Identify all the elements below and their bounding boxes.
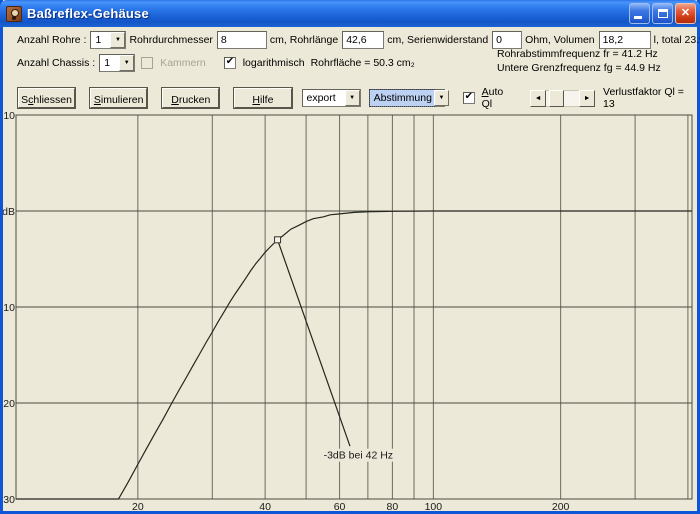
simulieren-button[interactable]: Simulieren [90, 88, 147, 108]
serienwiderstand-label: cm, Serienwiderstand [387, 34, 488, 46]
x-axis-tick-label: 200 [552, 501, 570, 511]
auto-ql-label: Auto Ql [482, 86, 516, 110]
y-axis-tick-label: 0dB [3, 206, 15, 218]
x-axis-tick-label: 80 [387, 501, 399, 511]
toolbar: Schliessen Simulieren Drucken Hilfe expo… [3, 86, 697, 110]
kammern-label: Kammern [160, 57, 206, 69]
frequency-info: Rohrabstimmfrequenz fr = 41.2 Hz Untere … [497, 47, 661, 75]
verlustfaktor-label: Verlustfaktor Ql = 13 [603, 86, 697, 110]
abstimmung-value: Abstimmung [370, 90, 434, 106]
form-row-2: Anzahl Chassis : 1 ▼ Kammern logarithmis… [14, 54, 419, 72]
app-window: Baßreflex-Gehäuse ✕ Anzahl Rohre : 1 ▼ R… [0, 0, 700, 514]
y-axis-tick-label: 10 [3, 110, 15, 122]
y-axis-tick-label: -20 [3, 398, 15, 410]
drucken-button[interactable]: Drucken [162, 88, 219, 108]
rohrlaenge-input[interactable]: 42,6 [342, 31, 384, 49]
volumen-label: Ohm, Volumen [525, 34, 594, 46]
auto-ql-checkbox[interactable] [463, 92, 475, 104]
export-select[interactable]: export ▼ [302, 89, 361, 107]
form-area: Anzahl Rohre : 1 ▼ Rohrdurchmesser 8 cm,… [3, 27, 697, 86]
x-axis-tick-label: 100 [425, 501, 443, 511]
chevron-down-icon[interactable]: ▼ [345, 90, 360, 106]
rohrdurchmesser-label: Rohrdurchmesser [129, 34, 212, 46]
close-button[interactable]: ✕ [675, 3, 696, 24]
anzahl-rohre-label: Anzahl Rohre : [17, 34, 86, 46]
anzahl-chassis-value: 1 [100, 55, 119, 71]
minus3db-marker [275, 237, 281, 243]
anzahl-chassis-select[interactable]: 1 ▼ [99, 54, 135, 72]
ql-scrollbar[interactable]: ◄ ► [530, 90, 595, 107]
anzahl-rohre-select[interactable]: 1 ▼ [90, 31, 126, 49]
close-icon: ✕ [681, 7, 690, 19]
window-titlebar[interactable]: Baßreflex-Gehäuse ✕ [0, 0, 700, 27]
export-value: export [303, 90, 345, 106]
logarithmisch-checkbox[interactable] [224, 57, 236, 69]
minimize-button[interactable] [629, 3, 650, 24]
abstimmung-select[interactable]: Abstimmung ▼ [369, 89, 445, 107]
scroll-right-button[interactable]: ► [579, 90, 595, 107]
scroll-thumb[interactable] [549, 90, 564, 107]
anzahl-rohre-value: 1 [91, 32, 110, 48]
maximize-icon [658, 9, 668, 18]
frequency-response-chart: -3dB bei 42 Hz 20 40 60 80 100 200 10 0dB -10 -20 -… [3, 110, 697, 511]
rohrflaeche-label: Rohrfläche = 50.3 cm₂ [311, 57, 415, 69]
minimize-icon [634, 16, 642, 19]
x-axis-tick-label: 20 [132, 501, 144, 511]
chevron-down-icon[interactable]: ▼ [434, 90, 449, 106]
y-axis-tick-label: -30 [3, 494, 15, 506]
kammern-checkbox [141, 57, 153, 69]
maximize-button[interactable] [652, 3, 673, 24]
chevron-down-icon[interactable]: ▼ [119, 55, 134, 71]
x-axis-tick-label: 40 [259, 501, 271, 511]
scroll-left-button[interactable]: ◄ [530, 90, 546, 107]
hilfe-button[interactable]: Hilfe [234, 88, 291, 108]
volumen-total-label: l, total 23.9 l [654, 34, 700, 46]
rohrlaenge-label: cm, Rohrlänge [270, 34, 338, 46]
scroll-track[interactable] [546, 90, 579, 107]
x-axis-tick-label: 60 [334, 501, 346, 511]
schliessen-button[interactable]: Schliessen [18, 88, 75, 108]
chevron-down-icon[interactable]: ▼ [110, 32, 125, 48]
logarithmisch-label: logarithmisch [243, 57, 305, 69]
rohrabstimmfrequenz-label: Rohrabstimmfrequenz fr = 41.2 Hz [497, 47, 661, 61]
anzahl-chassis-label: Anzahl Chassis : [17, 57, 95, 69]
minus3db-annotation: -3dB bei 42 Hz [324, 450, 393, 462]
y-axis-tick-label: -10 [3, 302, 15, 314]
window-title: Baßreflex-Gehäuse [27, 6, 629, 21]
rohrdurchmesser-input[interactable]: 8 [217, 31, 267, 49]
app-icon [6, 6, 22, 22]
grenzfrequenz-label: Untere Grenzfrequenz fg = 44.9 Hz [497, 61, 661, 75]
